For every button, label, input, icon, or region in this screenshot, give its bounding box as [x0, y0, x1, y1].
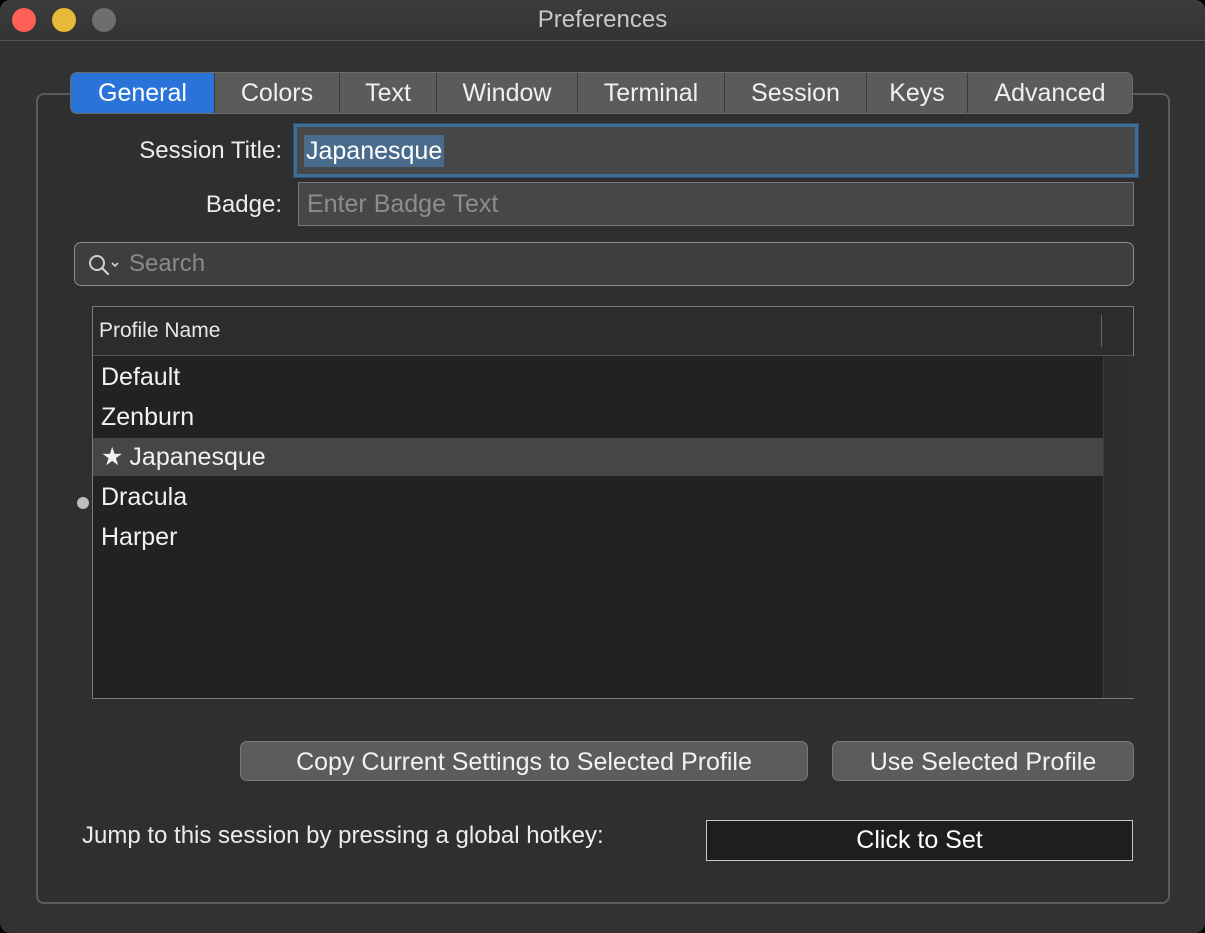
- search-icon: [89, 255, 119, 276]
- profile-name: Default: [101, 363, 181, 391]
- window-title: Preferences: [537, 6, 668, 33]
- table-row[interactable]: Dracula: [93, 478, 1103, 516]
- badge-field[interactable]: Enter Badge Text: [298, 182, 1134, 226]
- session-title-field[interactable]: Japanesque: [294, 124, 1138, 177]
- tab-keys[interactable]: Keys: [867, 73, 968, 113]
- table-row[interactable]: Default: [93, 358, 1103, 396]
- tab-bar: General Colors Text Window Terminal Sess…: [70, 72, 1133, 114]
- session-title-value: Japanesque: [304, 135, 445, 167]
- tab-general[interactable]: General: [71, 73, 215, 113]
- search-placeholder: Search: [129, 250, 206, 277]
- column-divider: [1101, 315, 1102, 347]
- tab-session[interactable]: Session: [725, 73, 867, 113]
- table-row[interactable]: Zenburn: [93, 398, 1103, 436]
- chevron-down-icon: [111, 262, 119, 268]
- tab-window[interactable]: Window: [437, 73, 578, 113]
- profile-name-column-header: Profile Name: [99, 319, 221, 342]
- table-row[interactable]: Harper: [93, 518, 1103, 556]
- tab-colors[interactable]: Colors: [215, 73, 340, 113]
- tab-advanced[interactable]: Advanced: [968, 73, 1132, 113]
- hotkey-set-button[interactable]: Click to Set: [706, 820, 1133, 861]
- search-input[interactable]: Search: [74, 242, 1134, 286]
- table-header[interactable]: Profile Name: [93, 307, 1133, 356]
- badge-placeholder: Enter Badge Text: [307, 190, 499, 218]
- profile-table: Profile Name Default Zenburn ★ Japanesque…: [92, 306, 1134, 699]
- use-selected-profile-button[interactable]: Use Selected Profile: [832, 741, 1134, 781]
- default-indicator-dot: [77, 497, 89, 509]
- tab-terminal[interactable]: Terminal: [578, 73, 725, 113]
- title-bar: Preferences: [0, 0, 1205, 41]
- session-title-label: Session Title:: [139, 137, 282, 164]
- table-scrollbar[interactable]: [1103, 356, 1134, 698]
- hotkey-label: Jump to this session by pressing a globa…: [82, 822, 604, 849]
- profile-cell: ★ Japanesque: [101, 438, 266, 476]
- profile-name: Zenburn: [101, 403, 195, 431]
- preferences-window: Preferences General Colors Text Window T…: [0, 0, 1205, 933]
- table-row-selected[interactable]: ★ Japanesque: [93, 438, 1103, 476]
- profile-name: Harper: [101, 523, 178, 551]
- profile-name: Dracula: [101, 483, 188, 511]
- tab-text[interactable]: Text: [340, 73, 437, 113]
- profile-name: Japanesque: [129, 443, 266, 471]
- star-icon: ★: [101, 443, 124, 471]
- copy-settings-button[interactable]: Copy Current Settings to Selected Profil…: [240, 741, 808, 781]
- badge-label: Badge:: [205, 191, 282, 218]
